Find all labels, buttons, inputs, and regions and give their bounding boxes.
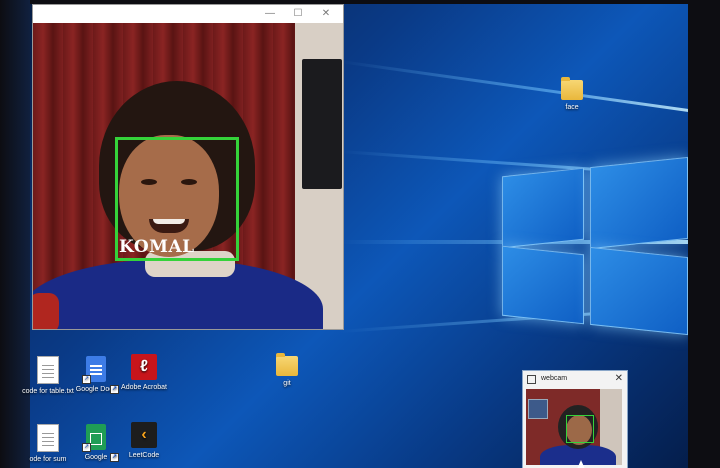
shortcut-arrow-icon: ↗ (110, 385, 119, 394)
desktop-icon-face[interactable]: face (542, 77, 602, 112)
minimize-button[interactable]: — (263, 7, 277, 21)
acrobat-icon: ℓ ↗ (110, 354, 157, 394)
desktop: face git code for table.txt ↗ Google Doc… (0, 0, 720, 468)
light-beam (339, 60, 697, 114)
desktop-icon-label: face (565, 104, 579, 111)
shortcut-arrow-icon: ↗ (82, 375, 91, 384)
close-button[interactable]: ✕ (319, 7, 333, 21)
file-icon (276, 353, 298, 376)
webcam-title-bar[interactable]: webcam ✕ (523, 371, 627, 387)
text-file-icon (37, 424, 59, 452)
close-button[interactable]: ✕ (615, 371, 623, 387)
person-sleeve (33, 293, 59, 329)
webcam-preview (526, 389, 622, 465)
google-sheets-icon: ↗ (82, 424, 106, 452)
desktop-icon-label: git (283, 380, 291, 387)
mouse-cursor-icon (577, 460, 585, 468)
picture-on-wall (528, 399, 548, 419)
screen-bezel-right (688, 0, 720, 468)
shortcut-arrow-icon: ↗ (82, 443, 91, 452)
face-name-label: KOMAL (119, 237, 195, 257)
google-docs-icon: ↗ (82, 356, 106, 384)
screen-bezel-left (0, 0, 30, 468)
windows-logo-pane (590, 246, 688, 336)
television (302, 59, 342, 189)
camera-feed: KOMAL (33, 23, 343, 329)
windows-logo-pane (502, 245, 584, 325)
desktop-icon-label: Google (84, 454, 108, 461)
window-title-bar[interactable]: — ☐ ✕ (33, 5, 343, 23)
face-recognition-window[interactable]: — ☐ ✕ KOMAL (32, 4, 344, 330)
desktop-icon-label: ode for sum (29, 456, 67, 463)
maximize-button[interactable]: ☐ (291, 7, 305, 21)
desktop-icon-leetcode[interactable]: ‹ ↗ LeetCode (110, 422, 174, 462)
window-app-icon (527, 375, 536, 384)
webcam-window[interactable]: webcam ✕ (522, 370, 628, 468)
desktop-icon-git[interactable]: git (257, 353, 317, 388)
windows-logo-pane (590, 156, 688, 250)
text-file-icon (37, 356, 59, 384)
desktop-icon-adobe-acrobat[interactable]: ℓ ↗ Adobe Acrobat (110, 354, 174, 394)
desktop-icon-label: Adobe Acrobat (121, 384, 167, 391)
face-detection-box (566, 415, 594, 443)
webcam-title: webcam (541, 375, 568, 382)
windows-logo (500, 156, 690, 336)
windows-logo-pane (502, 167, 584, 249)
leetcode-icon: ‹ ↗ (110, 422, 157, 462)
shortcut-arrow-icon: ↗ (110, 453, 119, 462)
desktop-icon-label: LeetCode (128, 452, 160, 459)
folder-icon (561, 77, 583, 100)
